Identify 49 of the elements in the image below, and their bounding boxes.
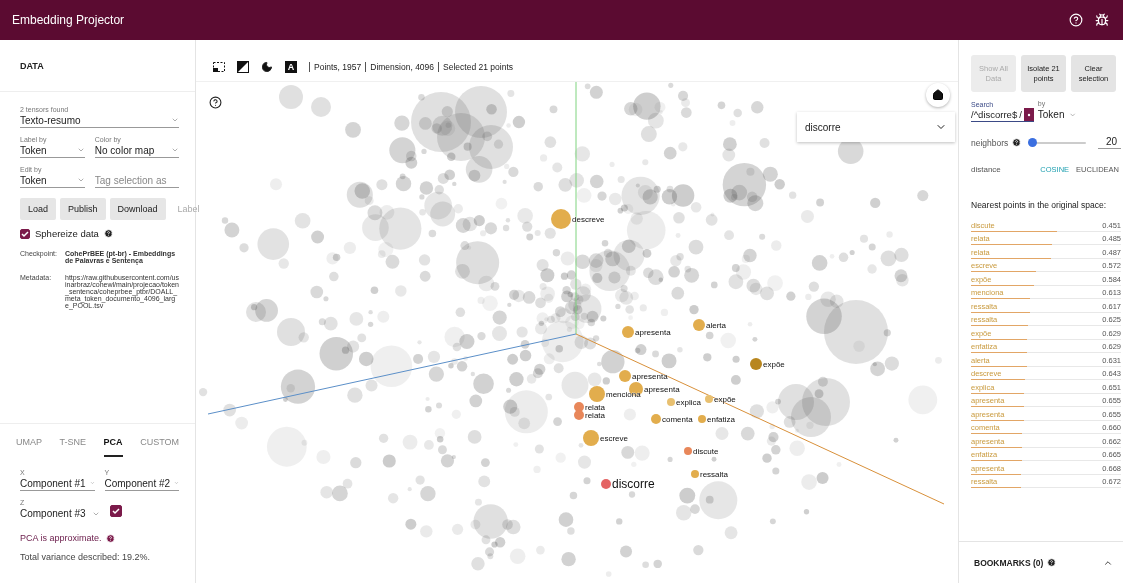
panel-title: DATA: [0, 40, 195, 92]
point-label: relata: [585, 411, 605, 420]
projection-tab[interactable]: PCA: [103, 424, 123, 457]
component-select[interactable]: Component #2: [104, 476, 179, 491]
stat-text: Points, 1957: [309, 61, 366, 72]
approximation-note: PCA is approximate.: [20, 533, 102, 543]
point-label: comenta: [662, 415, 693, 424]
point-label: ressalta: [700, 470, 728, 479]
slider-label: neighbors: [971, 137, 1009, 148]
point-label: descreve: [572, 215, 605, 224]
point-label: apresenta: [644, 385, 680, 394]
component-select[interactable]: Component #1: [20, 476, 95, 491]
component-select[interactable]: Component #3: [20, 506, 100, 521]
action-button[interactable]: Download: [109, 198, 166, 220]
point-label: relata: [585, 403, 605, 412]
color-by-select[interactable]: No color map: [94, 143, 179, 158]
distance-label: distance: [971, 165, 1002, 174]
checkbox-label: Sphereize data: [35, 228, 99, 239]
projection-tab[interactable]: CUSTOM: [140, 424, 179, 457]
stat-text: Dimension, 4096: [365, 61, 439, 72]
point-label: discorre: [612, 477, 655, 491]
point-label: apresenta: [635, 328, 671, 337]
bookmarks-title: BOOKMARKS (0): [974, 557, 1044, 568]
action-button[interactable]: Publish: [60, 198, 106, 220]
edit-by-select[interactable]: Token: [20, 173, 85, 188]
stat-text: Selected 21 points: [438, 61, 517, 72]
point-label: menciona: [606, 390, 641, 399]
app-title: Embedding Projector: [12, 13, 126, 27]
by-select[interactable]: Token: [1037, 107, 1076, 122]
nearest-title: Nearest points in the original space:: [971, 200, 1108, 210]
neighbors-value[interactable]: 20: [1097, 136, 1121, 149]
action-button[interactable]: Load: [20, 198, 57, 220]
point-label: discute: [693, 447, 719, 456]
label-by-select[interactable]: Token: [20, 143, 85, 158]
variance-text: Total variance described: 19.2%.: [20, 552, 152, 562]
projection-tab[interactable]: T-SNE: [59, 424, 87, 457]
point-label: explica: [676, 398, 701, 407]
point-label: apresenta: [632, 372, 668, 381]
point-label: expõe: [763, 360, 785, 369]
point-label: alerta: [706, 321, 726, 330]
tensor-select[interactable]: Texto-resumo: [20, 113, 179, 128]
point-select[interactable]: discorre: [797, 112, 955, 142]
search-field[interactable]: /^discorre$ /: [971, 108, 1034, 122]
tag-input-field[interactable]: Tag selection as: [94, 173, 179, 188]
label-toggle[interactable]: A: [285, 60, 297, 73]
point-label: escreve: [600, 434, 628, 443]
point-label: enfatiza: [707, 415, 736, 424]
projection-tab[interactable]: UMAP: [16, 424, 42, 457]
point-label: expõe: [714, 395, 736, 404]
